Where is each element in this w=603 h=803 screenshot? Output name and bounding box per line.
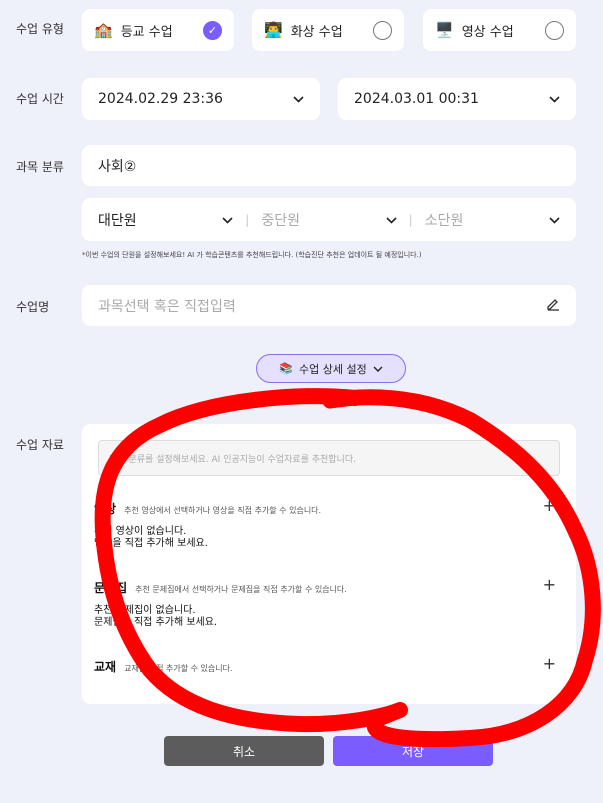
label-material: 수업 자료 <box>16 438 64 452</box>
divider: | <box>408 212 413 227</box>
add-textbook-icon[interactable]: + <box>543 654 556 673</box>
textbook-section-name: 교재 <box>94 660 117 674</box>
small-unit-select[interactable]: 소단원 <box>425 210 560 230</box>
detail-settings-label: 수업 상세 설정 <box>298 362 367 376</box>
chevron-down-icon <box>222 212 233 228</box>
class-name-input[interactable]: 과목선택 혹은 직접입력 <box>82 285 576 326</box>
medium-unit-select[interactable]: 중단원 <box>261 210 397 230</box>
unit-note: *이번 수업의 단원을 설정해보세요! AI 가 학습콘텐츠를 추천해드립니다.… <box>82 251 422 259</box>
chevron-down-icon <box>549 212 560 228</box>
workbook-empty-line2: 문제집을 직접 추가해 보세요. <box>94 617 218 628</box>
video-empty-line1: 추천 영상이 없습니다. <box>94 526 187 537</box>
ai-hint-box: 과목 분류를 설정해보세요. AI 인공지능이 수업자료를 추천합니다. <box>98 440 560 476</box>
divider: | <box>245 212 250 227</box>
medium-unit-label: 중단원 <box>261 212 300 229</box>
video-section-title: 영상 추천 영상에서 선택하거나 영상을 직접 추가할 수 있습니다. <box>94 500 321 517</box>
textbook-section-desc: 교재를 직접 추가할 수 있습니다. <box>124 664 233 673</box>
chevron-down-icon <box>549 93 560 106</box>
large-unit-label: 대단원 <box>98 212 137 229</box>
video-section-name: 영상 <box>94 502 117 516</box>
class-type-label: 화상 수업 <box>290 24 343 40</box>
textbook-section-title: 교재 교재를 직접 추가할 수 있습니다. <box>94 658 233 675</box>
large-unit-select[interactable]: 대단원 <box>98 210 233 230</box>
class-type-video-call[interactable]: 👨‍💻 화상 수업 <box>252 9 404 51</box>
chevron-down-icon <box>386 212 397 228</box>
radio-unchecked-icon[interactable] <box>373 20 392 40</box>
radio-checked-icon[interactable]: ✓ <box>203 20 222 40</box>
label-class-type: 수업 유형 <box>16 22 64 36</box>
save-button[interactable]: 저장 <box>333 736 493 766</box>
workbook-empty-line1: 추천 문제집이 없습니다. <box>94 605 196 616</box>
class-type-label: 영상 수업 <box>461 24 514 40</box>
video-empty-line2: 영상을 직접 추가해 보세요. <box>94 538 208 549</box>
label-class-name: 수업명 <box>16 300 50 314</box>
video-empty-message: 추천 영상이 없습니다. 영상을 직접 추가해 보세요. <box>94 526 208 550</box>
workbook-section-name: 문제집 <box>94 581 128 595</box>
subject-field[interactable]: 사회② <box>82 145 576 186</box>
class-name-placeholder: 과목선택 혹은 직접입력 <box>98 298 236 315</box>
material-panel: 과목 분류를 설정해보세요. AI 인공지능이 수업자료를 추천합니다. 영상추… <box>82 424 576 704</box>
detail-settings-button[interactable]: 📚 수업 상세 설정 <box>256 354 406 383</box>
add-workbook-icon[interactable]: + <box>543 575 556 594</box>
label-subject: 과목 분류 <box>16 160 64 174</box>
video-call-icon: 👨‍💻 <box>264 21 283 39</box>
school-icon: 🏫 <box>94 21 113 39</box>
start-time-value: 2024.02.29 23:36 <box>98 91 223 107</box>
class-type-recorded[interactable]: 🖥️ 영상 수업 <box>423 9 576 51</box>
cancel-button[interactable]: 취소 <box>164 736 324 766</box>
video-section-desc: 추천 영상에서 선택하거나 영상을 직접 추가할 수 있습니다. <box>124 506 322 515</box>
end-time-value: 2024.03.01 00:31 <box>354 91 479 107</box>
unit-select-row: 대단원 | 중단원 | 소단원 <box>82 198 576 241</box>
start-time-select[interactable]: 2024.02.29 23:36 <box>82 78 320 120</box>
books-icon: 📚 <box>279 362 293 375</box>
pencil-icon[interactable] <box>546 297 560 315</box>
workbook-empty-message: 추천 문제집이 없습니다. 문제집을 직접 추가해 보세요. <box>94 605 217 629</box>
end-time-select[interactable]: 2024.03.01 00:31 <box>338 78 576 120</box>
monitor-icon: 🖥️ <box>435 21 454 39</box>
chevron-down-icon <box>293 93 304 106</box>
class-type-label: 등교 수업 <box>120 24 173 40</box>
label-class-time: 수업 시간 <box>16 92 64 106</box>
small-unit-label: 소단원 <box>424 212 464 229</box>
workbook-section-desc: 추천 문제집에서 선택하거나 문제집을 직접 추가할 수 있습니다. <box>135 585 347 594</box>
chevron-down-icon <box>373 362 383 375</box>
add-video-icon[interactable]: + <box>543 496 556 515</box>
workbook-section-title: 문제집 추천 문제집에서 선택하거나 문제집을 직접 추가할 수 있습니다. <box>94 579 347 596</box>
class-type-offline[interactable]: 🏫 등교 수업 ✓ <box>82 9 234 51</box>
subject-value: 사회② <box>98 158 137 175</box>
radio-unchecked-icon[interactable] <box>545 20 564 40</box>
